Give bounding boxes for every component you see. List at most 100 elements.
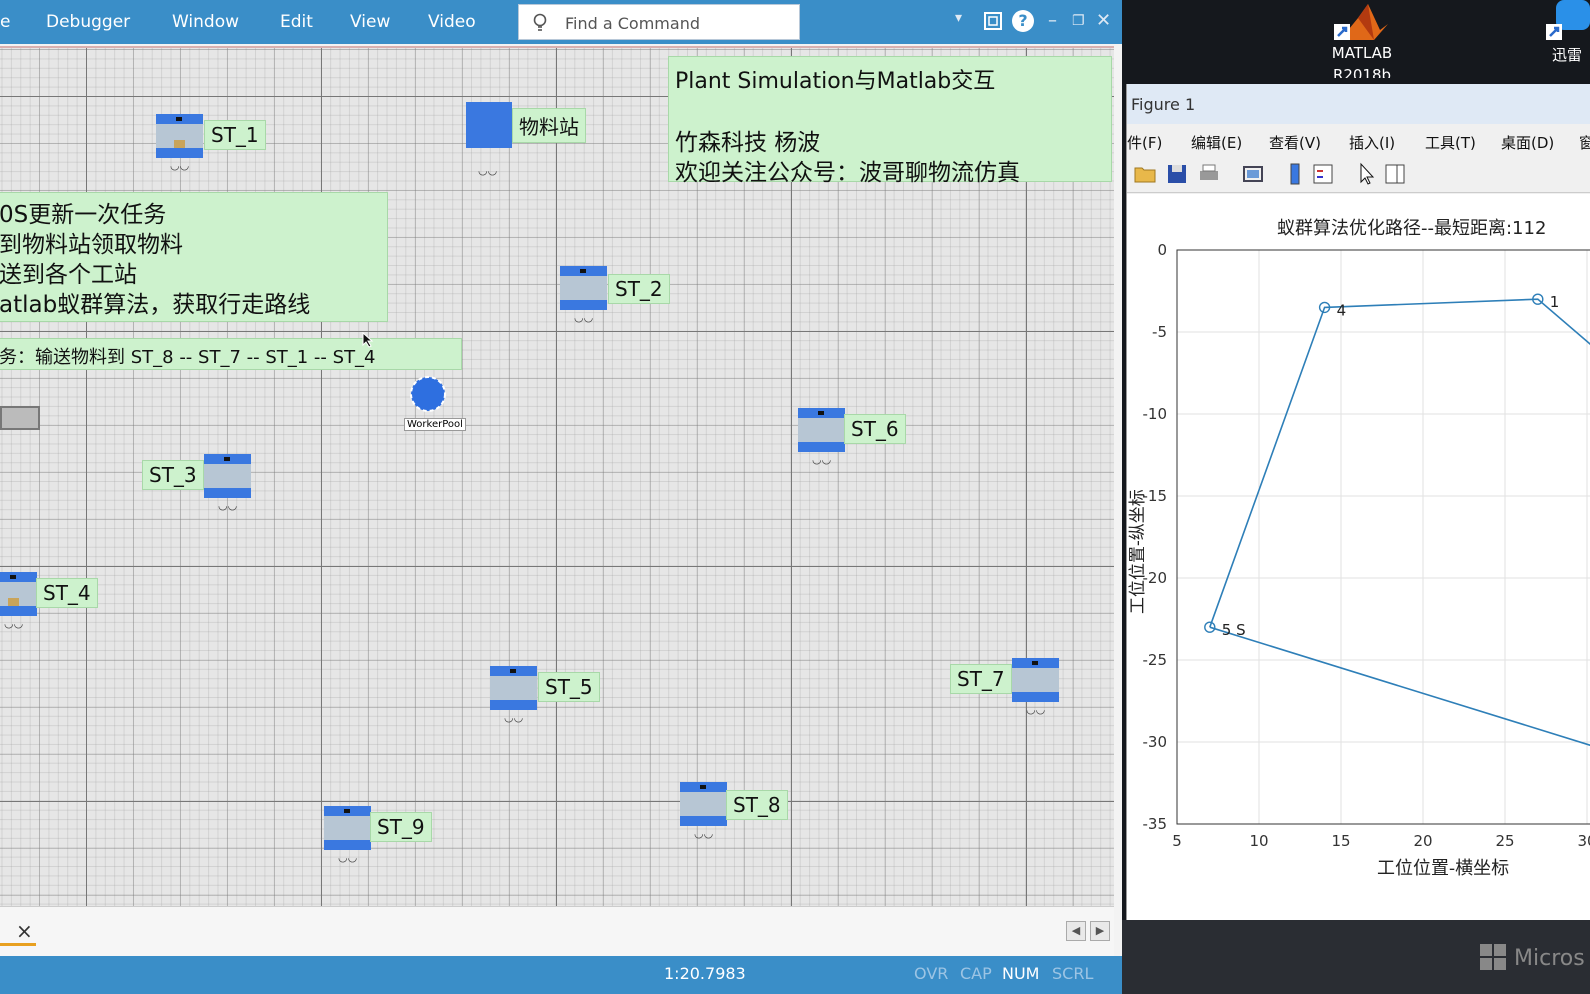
station-st3[interactable]: ◡◡ (204, 454, 251, 512)
figure-title: Figure 1 (1131, 95, 1196, 114)
status-ovr: OVR (914, 964, 949, 983)
windows-logo-icon (1480, 944, 1506, 970)
figure-menu-edit[interactable]: 编辑(E) (1191, 132, 1242, 153)
station-st5[interactable]: ◡◡ (490, 666, 537, 724)
scroll-left-icon[interactable]: ◀ (1066, 921, 1086, 941)
simulation-canvas[interactable]: Plant Simulation与Matlab交互 竹森科技 杨波 欢迎关注公众… (0, 46, 1114, 908)
station-st1[interactable]: ◡◡ (156, 114, 203, 172)
station-label-st2: ST_2 (608, 274, 670, 304)
figure-menu-bar: 件(F) 编辑(E) 查看(V) 插入(I) 工具(T) 桌面(D) 窗 (1127, 124, 1590, 156)
figure-menu-insert[interactable]: 插入(I) (1349, 132, 1395, 153)
lightbulb-icon (533, 13, 547, 31)
minimize-icon[interactable]: – (1048, 10, 1057, 31)
figure-title-bar: Figure 1 (1127, 84, 1590, 124)
x-tick-label: 20 (1413, 832, 1432, 850)
legend-icon[interactable] (1311, 162, 1335, 186)
chevron-down-icon[interactable]: ▾ (955, 10, 962, 26)
worker-pool-icon[interactable] (408, 374, 448, 414)
station-label-st9: ST_9 (370, 812, 432, 842)
station-st7[interactable]: ◡◡ (1012, 658, 1059, 716)
menu-item-partial[interactable]: e (0, 12, 10, 32)
menu-item-debugger[interactable]: Debugger (46, 12, 130, 32)
figure-menu-window[interactable]: 窗 (1579, 132, 1590, 153)
x-tick-label: 15 (1331, 832, 1350, 850)
station-st9[interactable]: ◡◡ (324, 806, 371, 864)
document-tab-bar: × ◀ ▶ (0, 906, 1114, 957)
xunlei-app-icon[interactable] (1542, 0, 1590, 44)
matlab-label: MATLAB (1331, 44, 1393, 62)
fullscreen-icon[interactable] (982, 10, 1004, 32)
active-tab-indicator (0, 943, 36, 946)
scroll-right-icon[interactable]: ▶ (1090, 921, 1110, 941)
chart-title: 蚁群算法优化路径--最短距离:112 (1277, 218, 1546, 239)
matlab-version-label: R2018b (1332, 66, 1392, 78)
title-note: Plant Simulation与Matlab交互 竹森科技 杨波 欢迎关注公众… (668, 56, 1112, 186)
menu-item-view[interactable]: View (350, 12, 390, 32)
menu-item-edit[interactable]: Edit (280, 12, 313, 32)
material-station-block[interactable] (466, 102, 512, 148)
tab-close-icon[interactable]: × (16, 919, 33, 943)
current-task-text: 务：输送物料到 ST_8 -- ST_7 -- ST_1 -- ST_4 (0, 347, 376, 368)
open-folder-icon[interactable] (1133, 162, 1157, 186)
sensor-icon: ◡◡ (694, 827, 714, 840)
station-label-st3: ST_3 (142, 460, 204, 490)
figure-menu-view[interactable]: 查看(V) (1269, 132, 1321, 153)
title-note-line3: 欢迎关注公众号：波哥聊物流仿真 (675, 160, 1020, 186)
help-icon[interactable]: ? (1012, 10, 1034, 32)
station-label-st4: ST_4 (36, 578, 98, 608)
task-note-line2: 到物料站领取物料 (0, 232, 183, 258)
print-icon[interactable] (1197, 162, 1221, 186)
link-plot-icon[interactable] (1241, 162, 1265, 186)
y-tick-label: -5 (1152, 323, 1167, 341)
colorbar-icon[interactable] (1283, 162, 1307, 186)
status-scrl: SCRL (1052, 964, 1094, 983)
station-label-st8: ST_8 (726, 790, 788, 820)
matlab-figure-window: Figure 1 件(F) 编辑(E) 查看(V) 插入(I) 工具(T) 桌面… (1126, 84, 1590, 920)
dock-panel-icon[interactable] (1383, 162, 1407, 186)
figure-plot-area: 蚁群算法优化路径--最短距离:112 51015202530350-5-10-1… (1127, 194, 1590, 920)
sensor-icon: ◡◡ (4, 617, 24, 630)
plant-simulation-window: e Debugger Window Edit View Video Find a… (0, 0, 1122, 994)
status-cap: CAP (960, 964, 992, 983)
title-note-line1: Plant Simulation与Matlab交互 (675, 69, 996, 94)
search-placeholder: Find a Command (565, 14, 700, 33)
sensor-icon: ◡◡ (574, 311, 594, 324)
y-tick-label: -30 (1143, 733, 1168, 751)
buffer-block[interactable] (0, 406, 40, 430)
x-tick-label: 5 (1172, 832, 1182, 850)
pointer-icon[interactable] (1355, 162, 1379, 186)
desktop-wallpaper-strip: Micros (1122, 920, 1590, 994)
sensor-icon: ◡◡ (170, 159, 190, 172)
station-label-st5: ST_5 (538, 672, 600, 702)
matlab-app-icon[interactable] (1330, 0, 1390, 44)
menu-bar: e Debugger Window Edit View Video Find a… (0, 0, 1122, 44)
menu-item-window[interactable]: Window (172, 12, 239, 32)
x-tick-label: 10 (1249, 832, 1268, 850)
route-point-label: 5 S (1222, 621, 1246, 639)
figure-toolbar (1127, 156, 1590, 193)
figure-menu-desktop[interactable]: 桌面(D) (1501, 132, 1554, 153)
task-note-line3: 送到各个工站 (0, 262, 137, 288)
route-point-label: 4 (1337, 301, 1347, 319)
microsoft-label: Micros (1514, 946, 1585, 971)
task-note: 0S更新一次任务 到物料站领取物料 送到各个工站 atlab蚁群算法，获取行走路… (0, 192, 388, 322)
route-chart: 蚁群算法优化路径--最短距离:112 51015202530350-5-10-1… (1128, 218, 1590, 879)
current-task-banner: 务：输送物料到 ST_8 -- ST_7 -- ST_1 -- ST_4 (0, 338, 462, 370)
find-command-search[interactable]: Find a Command (518, 4, 800, 40)
restore-icon[interactable]: ❐ (1072, 13, 1085, 29)
y-tick-label: 0 (1157, 241, 1167, 259)
worker-pool-label: WorkerPool (404, 418, 466, 431)
sensor-icon: ◡◡ (1026, 703, 1046, 716)
save-icon[interactable] (1165, 162, 1189, 186)
figure-menu-file[interactable]: 件(F) (1127, 132, 1162, 153)
close-icon[interactable]: ✕ (1096, 10, 1111, 31)
station-st2[interactable]: ◡◡ (560, 266, 607, 324)
title-note-line2: 竹森科技 杨波 (675, 130, 821, 156)
figure-menu-tools[interactable]: 工具(T) (1425, 132, 1476, 153)
station-st6[interactable]: ◡◡ (798, 408, 845, 466)
material-station-label: 物料站 (512, 108, 586, 143)
station-st4[interactable]: ◡◡ (0, 572, 37, 630)
station-st8[interactable]: ◡◡ (680, 782, 727, 840)
menu-item-video[interactable]: Video (428, 12, 476, 32)
chart-xlabel: 工位位置-横坐标 (1377, 858, 1509, 879)
